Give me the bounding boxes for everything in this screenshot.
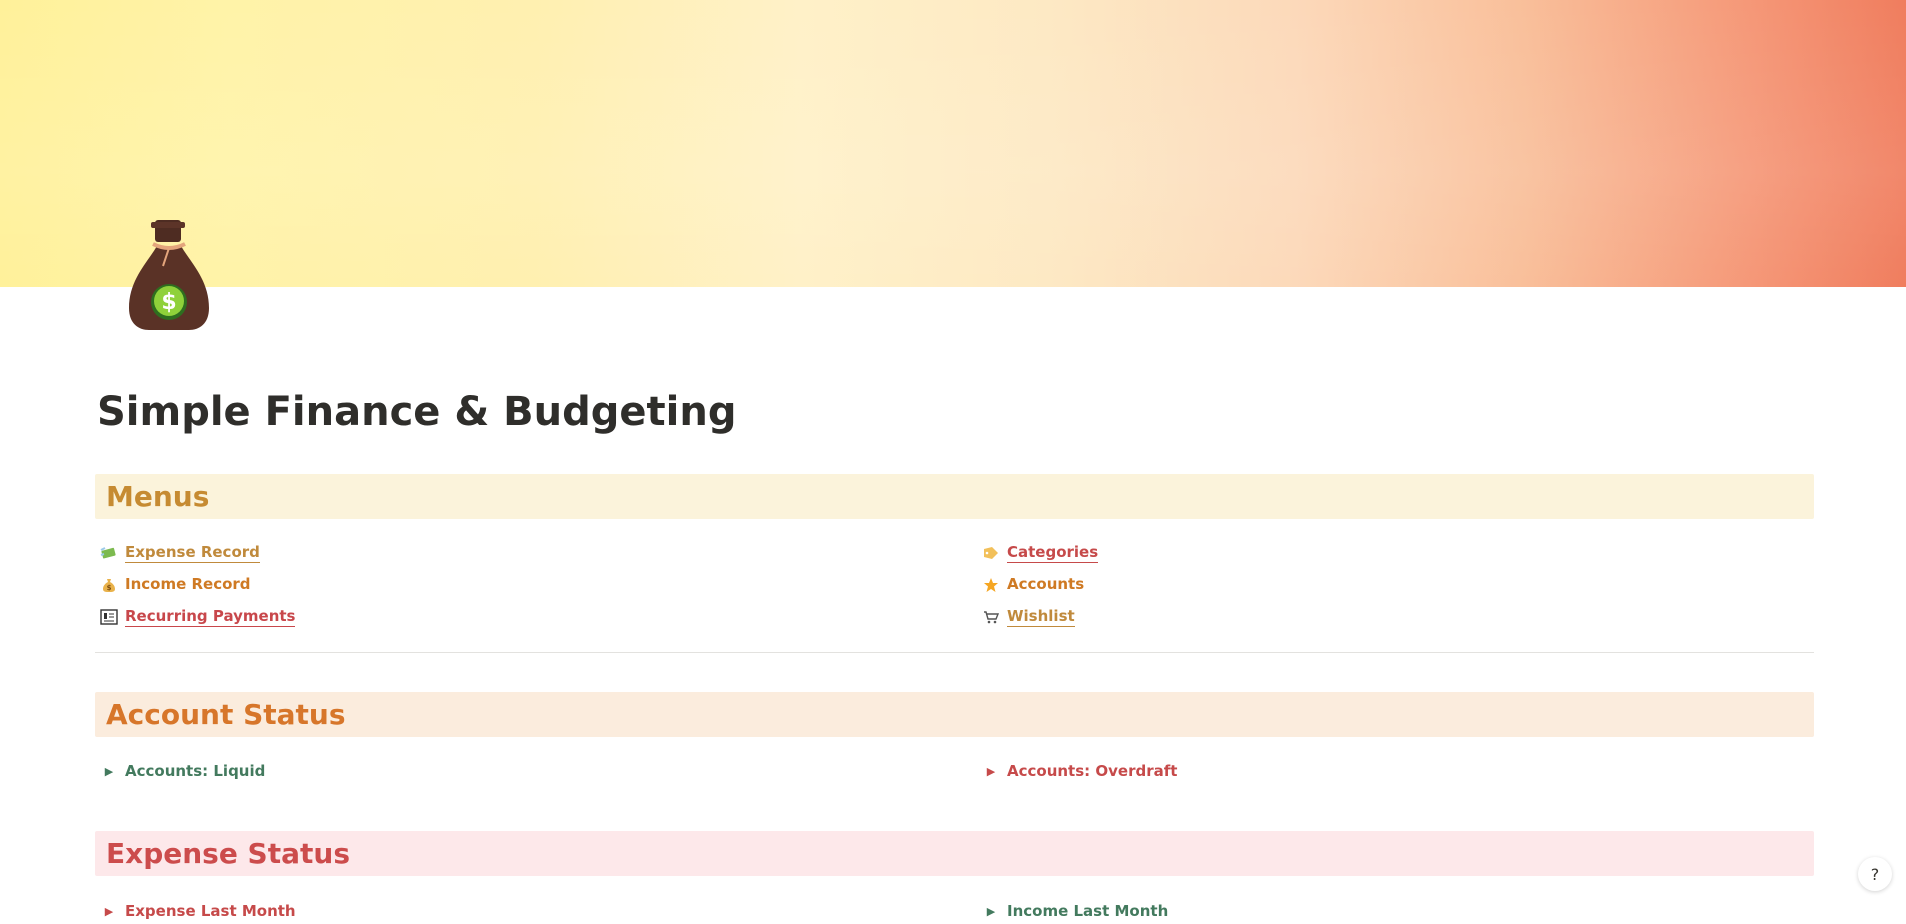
receipt-icon xyxy=(99,607,119,627)
label-tag-icon xyxy=(981,543,1001,563)
toggle-accounts-overdraft[interactable]: ▶ Accounts: Overdraft xyxy=(981,758,1178,784)
divider xyxy=(95,652,1814,653)
toggle-triangle-icon[interactable]: ▶ xyxy=(981,901,1001,921)
toggle-accounts-liquid[interactable]: ▶ Accounts: Liquid xyxy=(99,758,266,784)
money-bag-icon: $ xyxy=(99,575,119,595)
shopping-cart-icon xyxy=(981,607,1001,627)
toggle-label[interactable]: Accounts: Liquid xyxy=(125,762,265,780)
svg-text:$: $ xyxy=(161,290,176,315)
toggle-income-last-month[interactable]: ▶ Income Last Month xyxy=(981,898,1168,924)
toggle-triangle-icon[interactable]: ▶ xyxy=(99,761,119,781)
money-with-wings-icon xyxy=(99,543,119,563)
toggle-triangle-icon[interactable]: ▶ xyxy=(99,901,119,921)
menu-item-label[interactable]: Expense Record xyxy=(125,543,260,563)
menu-item-recurring-payments[interactable]: Recurring Payments xyxy=(99,604,296,630)
money-bag-icon[interactable]: $ xyxy=(127,218,211,334)
toggle-label[interactable]: Accounts: Overdraft xyxy=(1007,762,1177,780)
star-icon xyxy=(981,575,1001,595)
menu-item-label[interactable]: Accounts xyxy=(1007,575,1084,595)
menu-item-expense-record[interactable]: Expense Record xyxy=(99,540,260,566)
menu-item-categories[interactable]: Categories xyxy=(981,540,1099,566)
menu-item-wishlist[interactable]: Wishlist xyxy=(981,604,1075,630)
menu-item-label[interactable]: Wishlist xyxy=(1007,607,1075,627)
page-cover[interactable] xyxy=(0,0,1906,287)
toggle-expense-last-month[interactable]: ▶ Expense Last Month xyxy=(99,898,296,924)
menu-item-label[interactable]: Recurring Payments xyxy=(125,607,296,627)
menu-item-label[interactable]: Categories xyxy=(1007,543,1099,563)
menu-item-accounts[interactable]: Accounts xyxy=(981,572,1084,598)
menu-item-label[interactable]: Income Record xyxy=(125,575,251,595)
expense-status-heading: Expense Status xyxy=(95,831,1814,876)
page-title[interactable]: Simple Finance & Budgeting xyxy=(97,385,736,439)
menu-item-income-record[interactable]: $ Income Record xyxy=(99,572,251,598)
help-button[interactable]: ? xyxy=(1858,857,1892,891)
toggle-label[interactable]: Income Last Month xyxy=(1007,902,1168,920)
toggle-triangle-icon[interactable]: ▶ xyxy=(981,761,1001,781)
menus-heading: Menus xyxy=(95,474,1814,519)
cover-texture xyxy=(0,0,1906,287)
svg-text:$: $ xyxy=(107,584,112,592)
account-status-heading: Account Status xyxy=(95,692,1814,737)
toggle-label[interactable]: Expense Last Month xyxy=(125,902,296,920)
